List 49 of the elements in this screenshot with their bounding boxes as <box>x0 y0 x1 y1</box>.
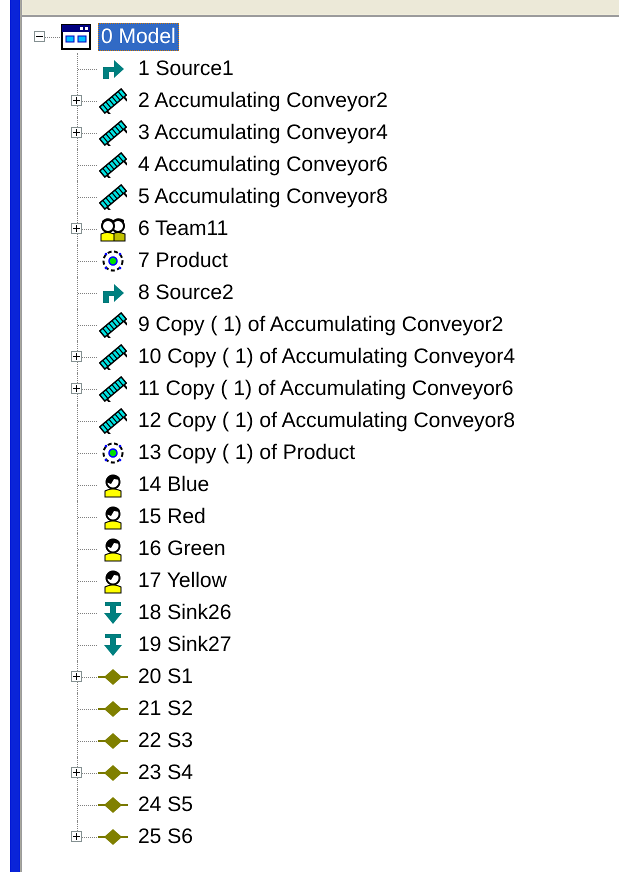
tree-item[interactable]: 12 Copy ( 1) of Accumulating Conveyor8 <box>135 407 518 435</box>
tree-item[interactable]: 1 Source1 <box>135 55 237 83</box>
people-icon <box>99 216 127 242</box>
expand-button[interactable] <box>71 223 82 234</box>
tree-item[interactable]: 2 Accumulating Conveyor2 <box>135 87 391 115</box>
tree-item[interactable]: 5 Accumulating Conveyor8 <box>135 183 391 211</box>
target-icon <box>101 249 125 273</box>
tree-item[interactable]: 20 S1 <box>135 663 196 691</box>
tree-item[interactable]: 25 S6 <box>135 823 196 851</box>
down-arrow-icon <box>103 601 123 625</box>
diamond-icon <box>98 764 128 782</box>
expand-button[interactable] <box>71 127 82 138</box>
tree-item[interactable]: 13 Copy ( 1) of Product <box>135 439 358 467</box>
tree-item[interactable]: 10 Copy ( 1) of Accumulating Conveyor4 <box>135 343 518 371</box>
expand-button[interactable] <box>71 95 82 106</box>
tree-item[interactable]: 24 S5 <box>135 791 196 819</box>
tree-item[interactable]: 19 Sink27 <box>135 631 234 659</box>
tree-item[interactable]: 3 Accumulating Conveyor4 <box>135 119 391 147</box>
expand-button[interactable] <box>71 831 82 842</box>
tree-item[interactable]: 11 Copy ( 1) of Accumulating Conveyor6 <box>135 375 516 403</box>
diamond-icon <box>98 828 128 846</box>
tree-item[interactable]: 22 S3 <box>135 727 196 755</box>
tree-item[interactable]: 7 Product <box>135 247 231 275</box>
tree-item[interactable]: 4 Accumulating Conveyor6 <box>135 151 391 179</box>
turn-arrow-icon <box>101 58 125 80</box>
tree-item[interactable]: 6 Team11 <box>135 215 232 243</box>
expand-button[interactable] <box>71 671 82 682</box>
diamond-icon <box>98 732 128 750</box>
window-icon <box>61 24 91 50</box>
tree-item[interactable]: 0 Model <box>98 23 179 51</box>
tree-item[interactable]: 21 S2 <box>135 695 196 723</box>
tree-item[interactable]: 17 Yellow <box>135 567 230 595</box>
expand-button[interactable] <box>71 767 82 778</box>
tree-item[interactable]: 15 Red <box>135 503 209 531</box>
down-arrow-icon <box>103 633 123 657</box>
tree-item[interactable]: 8 Source2 <box>135 279 237 307</box>
tree-item[interactable]: 14 Blue <box>135 471 212 499</box>
collapse-button[interactable] <box>34 31 45 42</box>
diamond-icon <box>98 796 128 814</box>
diamond-icon <box>98 668 128 686</box>
expand-button[interactable] <box>71 351 82 362</box>
tree-item[interactable]: 23 S4 <box>135 759 196 787</box>
tree-item[interactable]: 9 Copy ( 1) of Accumulating Conveyor2 <box>135 311 506 339</box>
tree-item[interactable]: 16 Green <box>135 535 229 563</box>
target-icon <box>101 441 125 465</box>
expand-button[interactable] <box>71 383 82 394</box>
turn-arrow-icon <box>101 282 125 304</box>
diamond-icon <box>98 700 128 718</box>
tree-item[interactable]: 18 Sink26 <box>135 599 234 627</box>
